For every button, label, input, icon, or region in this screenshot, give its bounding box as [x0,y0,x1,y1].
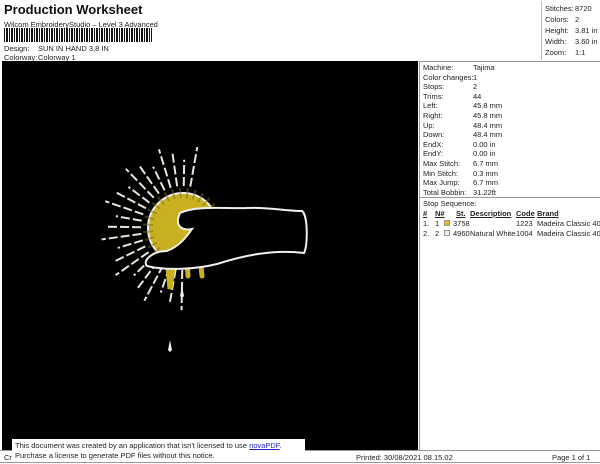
column-header: N# [435,209,445,218]
design-preview [2,61,418,450]
column-header: St. [456,209,466,218]
details-panel: Machine: Tajima Color changes: 1 Stops: 2 Trim… [419,61,600,450]
stat-label: Height: [545,26,569,35]
detail-value: 31.22ft [473,187,496,197]
detail-value: 1 [473,72,478,82]
detail-label: Machine: [423,63,454,72]
detail-value: 48.4 mm [473,120,503,130]
footer-left: Cr [4,453,12,462]
sun-ray [117,239,144,249]
color-swatch [444,230,450,236]
detail-label: Up: [423,120,435,130]
detail-label: Right: [423,111,443,120]
detail-label: Max Stitch: [423,159,461,168]
row-code: 1004 [516,229,533,238]
column-header: Description [470,209,512,218]
stat-label: Stitches: [545,4,574,13]
page-number: Page 1 of 1 [552,453,591,462]
row-index: 1. [423,219,430,228]
sun-ray [115,251,150,276]
design-value: SUN IN HAND 3,8 IN [38,44,109,53]
barcode [4,28,152,42]
sun-ray [116,191,147,210]
sun-ray [125,168,155,199]
detail-value: 44 [473,91,482,101]
stat-value: 3.60 in [575,37,598,46]
detail-value: 45.8 mm [473,111,503,120]
sun-ray [158,149,172,189]
sun-ray [171,153,179,187]
stat-label: Colors: [545,15,569,24]
detail-label: EndX: [423,139,444,149]
sun-ray [107,225,142,229]
row-description: Natural White [470,229,516,238]
sun-ray [101,232,142,241]
detail-value: 2 [473,82,478,92]
stat-value: 2 [575,15,580,24]
stat-value: 1:1 [575,48,586,57]
row-stitches: 4960 [453,229,470,238]
notice-text-2: Purchase a license to generate PDF files… [15,451,215,460]
row-code: 1223 [516,219,533,228]
detail-label: Left: [423,101,438,111]
detail-label: Stops: [423,82,445,92]
column-header: Code [516,209,535,218]
sun-ray [115,215,142,222]
detail-label: Max Jump: [423,178,460,188]
row-stitches: 3758 [453,219,470,228]
printed-date: Printed: 30/08/2021 08.15.02 [356,453,453,462]
column-header: Brand [537,209,559,218]
row-needle: 1 [435,219,440,228]
stats-box: Stitches: 8720 Colors: 2 Height: 3.81 in Width… [541,1,599,60]
detail-value: 6.7 mm [473,159,499,168]
divider [420,197,600,198]
detail-label: Min Stitch: [423,168,459,178]
notice-period: . [279,441,282,450]
column-header: # [423,209,428,218]
row-index: 2. [423,229,430,238]
sun-ray [104,200,144,216]
embroidery-design [101,146,308,352]
sun-ray [114,245,146,262]
stat-value: 3.81 in [575,26,598,35]
detail-label: Total Bobbin: [423,187,467,197]
detail-value: 0.00 in [473,139,496,149]
detail-label: Down: [423,130,445,140]
stat-label: Width: [545,37,567,46]
license-notice: This document was created by an applicat… [12,439,305,462]
detail-value: Tajima [473,63,495,72]
detail-label: Color changes: [423,72,474,82]
sun-ray [139,165,160,195]
sun-ray [189,146,199,187]
detail-value: 0.00 in [473,149,496,159]
row-brand: Madeira Classic 40 [537,219,600,228]
notice-text: This document was created by an applicat… [15,441,250,450]
sun-ray [143,264,165,302]
row-needle: 2 [435,229,440,238]
row-brand: Madeira Classic 40 [537,229,600,238]
detail-value: 45.8 mm [473,101,503,111]
color-swatch [444,220,450,226]
design-label: Design: [4,44,30,53]
detail-label: Trims: [423,91,444,101]
page-title: Production Worksheet [4,2,143,17]
stat-value: 8720 [575,4,592,13]
detail-value: 48.4 mm [473,130,503,140]
detail-value: 6.7 mm [473,178,499,188]
novapdf-link[interactable]: novaPDF [249,441,279,450]
detail-value: 0.3 mm [473,168,499,178]
stop-sequence-title: Stop Sequence: [423,199,477,208]
detail-label: EndY: [423,149,444,159]
stat-label: Zoom: [545,48,567,57]
